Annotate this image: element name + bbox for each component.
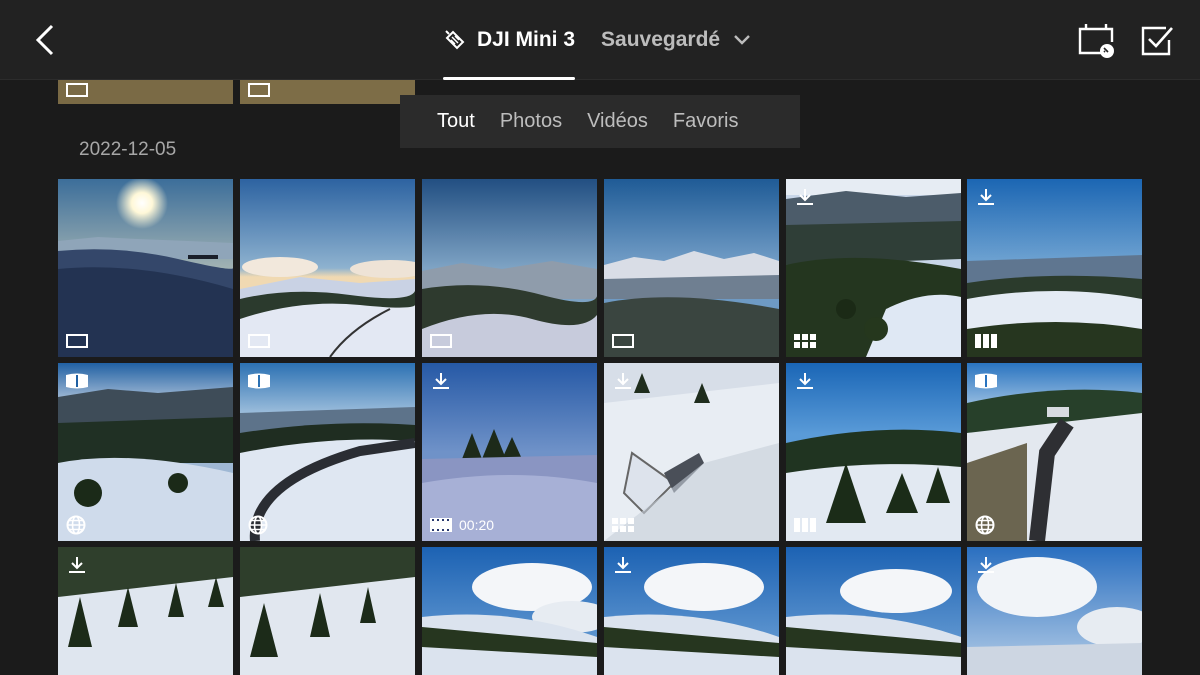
- media-thumb[interactable]: [786, 547, 961, 675]
- filter-photos[interactable]: Photos: [500, 110, 562, 133]
- globe-icon: [975, 515, 995, 535]
- media-thumb[interactable]: [422, 179, 597, 357]
- back-arrow-icon[interactable]: [30, 22, 62, 58]
- photo-icon: [248, 334, 270, 348]
- media-thumb[interactable]: [422, 547, 597, 675]
- media-thumb[interactable]: 00:20: [422, 363, 597, 541]
- storage-filter-label: Sauvegardé: [601, 28, 721, 51]
- top-bar: DJI Mini 3 Sauvegardé: [0, 0, 1200, 80]
- media-thumb[interactable]: [240, 363, 415, 541]
- media-thumb[interactable]: [604, 363, 779, 541]
- download-icon[interactable]: [795, 187, 815, 207]
- drone-device-icon: [445, 30, 465, 50]
- filter-videos[interactable]: Vidéos: [587, 110, 648, 133]
- media-thumb[interactable]: [58, 179, 233, 357]
- photo-icon: [66, 83, 88, 97]
- download-icon[interactable]: [613, 555, 633, 575]
- sphere-panorama-icon: [248, 373, 270, 389]
- photo-icon: [612, 334, 634, 348]
- drone-name: DJI Mini 3: [477, 28, 576, 51]
- globe-icon: [66, 515, 86, 535]
- video-icon: [430, 518, 452, 532]
- select-checkbox-icon[interactable]: [1140, 22, 1174, 58]
- panorama-wide-icon: [975, 334, 997, 348]
- panorama-grid-icon: [794, 334, 816, 348]
- media-thumb[interactable]: [58, 547, 233, 675]
- filter-all[interactable]: Tout: [437, 110, 475, 133]
- cast-screen-icon[interactable]: [1077, 22, 1115, 58]
- video-duration: 00:20: [459, 517, 495, 533]
- tab-drone[interactable]: DJI Mini 3: [443, 0, 576, 80]
- sphere-panorama-icon: [975, 373, 997, 389]
- title-area: DJI Mini 3 Sauvegardé: [443, 0, 752, 80]
- photo-icon: [66, 334, 88, 348]
- storage-filter-dropdown[interactable]: Sauvegardé: [601, 28, 752, 52]
- media-thumb[interactable]: [786, 179, 961, 357]
- media-thumb[interactable]: [604, 179, 779, 357]
- media-thumb[interactable]: [240, 547, 415, 675]
- media-thumb[interactable]: [967, 363, 1142, 541]
- media-thumb[interactable]: [967, 179, 1142, 357]
- media-thumb[interactable]: [58, 363, 233, 541]
- globe-icon: [248, 515, 268, 535]
- download-icon[interactable]: [67, 555, 87, 575]
- media-thumb[interactable]: [786, 363, 961, 541]
- section-date: 2022-12-05: [79, 139, 177, 160]
- active-tab-indicator: [443, 77, 576, 80]
- media-thumb[interactable]: [967, 547, 1142, 675]
- photo-icon: [248, 83, 270, 97]
- photo-icon: [430, 334, 452, 348]
- media-thumb[interactable]: [604, 547, 779, 675]
- filter-favorites[interactable]: Favoris: [673, 110, 739, 133]
- chevron-down-icon: [734, 35, 750, 45]
- media-type-filter: Tout Photos Vidéos Favoris: [400, 95, 800, 148]
- panorama-grid-icon: [612, 518, 634, 532]
- download-icon[interactable]: [613, 371, 633, 391]
- sphere-panorama-icon: [66, 373, 88, 389]
- download-icon[interactable]: [976, 187, 996, 207]
- panorama-wide-icon: [794, 518, 816, 532]
- media-thumb[interactable]: [240, 179, 415, 357]
- download-icon[interactable]: [431, 371, 451, 391]
- download-icon[interactable]: [976, 555, 996, 575]
- download-icon[interactable]: [795, 371, 815, 391]
